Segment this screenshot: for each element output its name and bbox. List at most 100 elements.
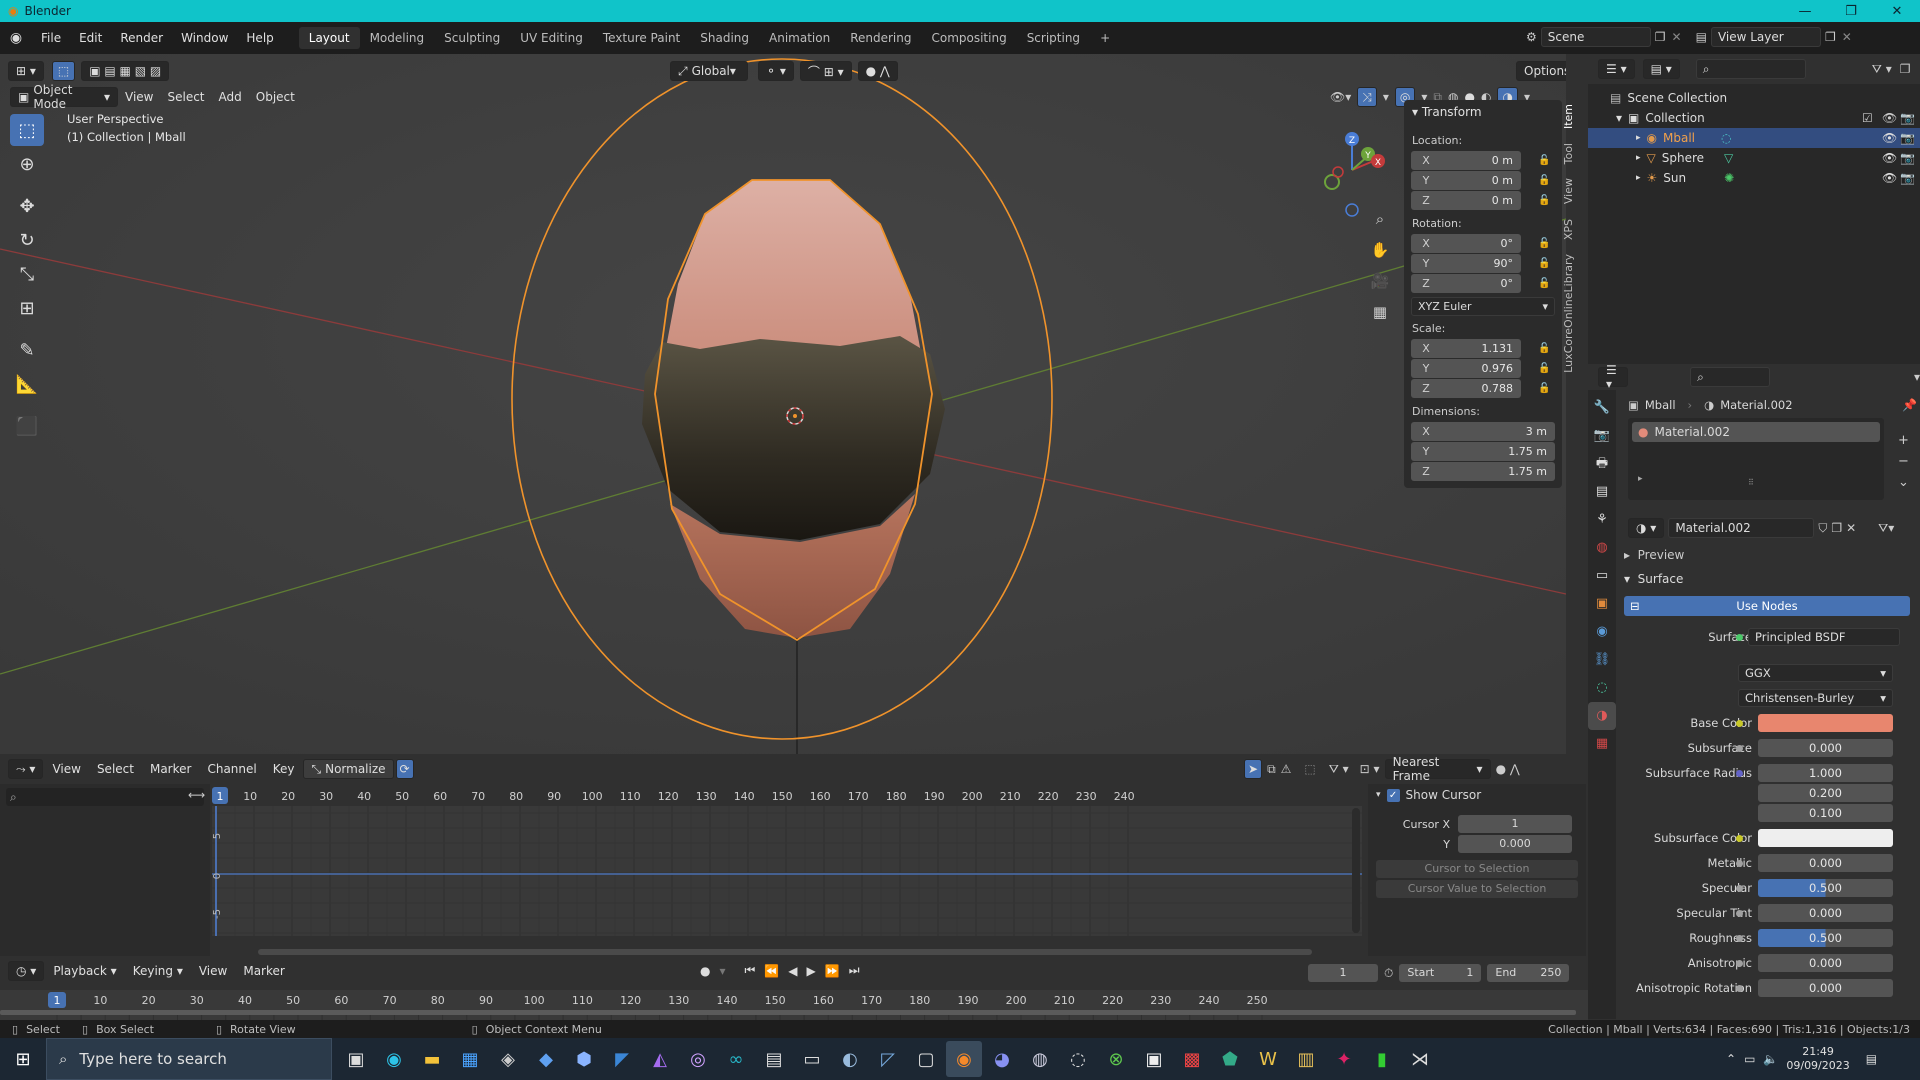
lock-icon[interactable]: 🔓 <box>1538 195 1550 206</box>
view-layer-icon[interactable]: ▤ <box>1696 30 1707 44</box>
edge-icon[interactable]: ◉ <box>376 1041 412 1077</box>
tab-rendering[interactable]: Rendering <box>840 27 921 49</box>
tab-view[interactable]: View <box>1562 178 1575 204</box>
pin-icon[interactable]: 📌 <box>1902 398 1917 412</box>
filter-icon[interactable]: ⛛ ▾ <box>1329 762 1349 777</box>
mode-dropdown[interactable]: ▣ Object Mode ▾ <box>10 83 118 111</box>
tab-compositing[interactable]: Compositing <box>921 27 1016 49</box>
visual-studio-code-icon[interactable]: ⋊ <box>1402 1041 1438 1077</box>
swap-icon[interactable]: ⟷ <box>188 788 205 802</box>
metaball-data-icon[interactable]: ◌ <box>1721 131 1731 145</box>
scale-z-field[interactable]: Z 0.788 <box>1411 379 1521 398</box>
view-layer-selector[interactable]: View Layer <box>1710 27 1821 47</box>
graph-scrollbar-vertical[interactable] <box>1352 808 1360 933</box>
auto-normalize-icon[interactable]: ⟳ <box>395 759 414 779</box>
location-y-field[interactable]: Y 0 m <box>1411 171 1521 190</box>
zoom-icon[interactable]: ⌕ <box>1366 204 1394 235</box>
base-color-swatch[interactable] <box>1758 714 1893 732</box>
play-icon[interactable]: ▶ <box>807 964 816 978</box>
normalize-toggle[interactable]: ⤡ Normalize <box>303 759 394 779</box>
tab-shading[interactable]: Shading <box>690 27 759 49</box>
transform-tool-icon[interactable]: ⊞ <box>10 292 44 324</box>
selection-modes[interactable]: ▣ ▤ ▦ ▧ ▨ <box>81 61 170 81</box>
new-scene-icon[interactable]: ❐ <box>1655 30 1666 44</box>
rotation-z-field[interactable]: Z 0° <box>1411 274 1521 293</box>
viewport-menu-add[interactable]: Add <box>212 90 249 104</box>
new-material-icon[interactable]: ❐ <box>1831 521 1842 535</box>
end-frame-field[interactable]: End 250 <box>1487 964 1570 982</box>
graph-menu-select[interactable]: Select <box>90 762 141 776</box>
scale-tool-icon[interactable]: ⤡ <box>10 258 44 290</box>
render-props-icon[interactable]: 📷 <box>1588 422 1616 450</box>
lock-icon[interactable]: 🔓 <box>1538 363 1550 374</box>
preview-panel-header[interactable]: ▸ Preview <box>1624 548 1684 562</box>
mesh-data-icon[interactable]: ▽ <box>1724 151 1733 165</box>
lock-icon[interactable]: 🔓 <box>1538 238 1550 249</box>
dimensions-x-field[interactable]: X 3 m <box>1411 422 1555 441</box>
lock-icon[interactable]: 🔓 <box>1538 258 1550 269</box>
remove-slot-icon[interactable]: − <box>1898 451 1909 472</box>
transform-header[interactable]: ▾ Transform <box>1404 100 1562 124</box>
panel-collapse-icon[interactable]: ▾ <box>1376 790 1381 800</box>
github-desktop-icon[interactable]: ◎ <box>680 1041 716 1077</box>
3d-viewport[interactable]: ⊞ ▾ ⬚ ▣ ▤ ▦ ▧ ▨ ⤢ Global ▾ ⚬ ▾ ⌒ ⊞ ▾ ● ⋀… <box>0 54 1566 754</box>
dimensions-y-field[interactable]: Y 1.75 m <box>1411 442 1555 461</box>
blender-menu-icon[interactable]: ◉ <box>0 30 32 46</box>
current-frame-field[interactable]: 1 <box>1308 964 1378 982</box>
close-icon[interactable]: ✕ <box>1874 0 1920 22</box>
outliner-search-input[interactable]: ⌕ <box>1695 59 1806 79</box>
output-props-icon[interactable]: 🖶 <box>1588 450 1616 478</box>
slot-specials-icon[interactable]: ⌄ <box>1898 472 1909 493</box>
cursor-tool-icon[interactable]: ⊕ <box>10 148 44 180</box>
lock-icon[interactable]: 🔓 <box>1538 383 1550 394</box>
unlink-material-icon[interactable]: ✕ <box>1846 521 1856 535</box>
scene-props-icon[interactable]: ⚘ <box>1588 506 1616 534</box>
gizmo-neg-x-icon[interactable] <box>1332 166 1344 178</box>
cursor-y-field[interactable]: 0.000 <box>1458 835 1572 853</box>
dimensions-z-field[interactable]: Z 1.75 m <box>1411 462 1555 481</box>
app-icon[interactable]: ✦ <box>1326 1041 1362 1077</box>
scene-icon[interactable]: ⚙ <box>1526 30 1537 44</box>
view-layer-props-icon[interactable]: ▤ <box>1588 478 1616 506</box>
prev-keyframe-icon[interactable]: ⏪ <box>764 964 779 978</box>
tab-item[interactable]: Item <box>1562 104 1575 129</box>
pivot-point-dropdown[interactable]: ⚬ ▾ <box>758 61 794 81</box>
sun-data-icon[interactable]: ✺ <box>1724 171 1734 185</box>
menu-help[interactable]: Help <box>237 27 282 49</box>
timeline-menu-keying[interactable]: Keying ▾ <box>126 964 190 978</box>
surface-shader-dropdown[interactable]: Principled BSDF <box>1748 628 1900 646</box>
tab-scripting[interactable]: Scripting <box>1017 27 1090 49</box>
material-name-field[interactable]: Material.002 <box>1668 518 1815 538</box>
menu-window[interactable]: Window <box>172 27 237 49</box>
metallic-field[interactable]: 0.000 <box>1758 854 1893 872</box>
app-icon[interactable]: ◆ <box>528 1041 564 1077</box>
restore-icon[interactable]: ❐ <box>1828 0 1874 22</box>
frame-ruler[interactable]: 10 20 30 40 50 60 70 80 90 100 110 120 130 140 150 160 1… <box>212 786 1362 806</box>
annotate-tool-icon[interactable]: ✎ <box>10 334 44 366</box>
specular-slider[interactable]: 0.500 <box>1758 879 1893 897</box>
tab-sculpting[interactable]: Sculpting <box>434 27 510 49</box>
menu-file[interactable]: File <box>32 27 70 49</box>
pan-hand-icon[interactable]: ✋ <box>1366 235 1394 266</box>
location-x-field[interactable]: X 0 m <box>1411 151 1521 170</box>
gizmo-neg-z-icon[interactable] <box>1345 203 1359 217</box>
camera-icon[interactable]: 📷 <box>1900 111 1915 125</box>
tool-props-icon[interactable]: 🔧 <box>1588 394 1616 422</box>
lock-icon[interactable]: 🔓 <box>1538 343 1550 354</box>
tray-chevron-icon[interactable]: ⌃ <box>1726 1052 1736 1066</box>
graph-menu-key[interactable]: Key <box>266 762 302 776</box>
camera-icon[interactable]: 📷 <box>1900 151 1915 165</box>
outliner-item-mball[interactable]: ▸ ◉ Mball ◌ 👁 📷 <box>1588 128 1920 148</box>
pivot-point-icon[interactable]: ⊡ ▾ <box>1360 762 1380 776</box>
steam-icon[interactable]: ◍ <box>1022 1041 1058 1077</box>
add-cube-tool-icon[interactable]: ⬛ <box>10 410 44 442</box>
cursor-value-to-selection-button[interactable]: Cursor Value to Selection <box>1376 880 1578 898</box>
editor-type-button[interactable]: ⊞ ▾ <box>8 61 44 81</box>
show-cursor-checkbox[interactable]: ✓ <box>1386 788 1400 802</box>
world-props-icon[interactable]: ◍ <box>1588 534 1616 562</box>
expand-icon[interactable]: ▾ <box>1616 111 1622 125</box>
new-collection-icon[interactable]: ❐ <box>1900 62 1911 76</box>
eye-icon[interactable]: 👁 <box>1882 171 1897 185</box>
graph-menu-channel[interactable]: Channel <box>200 762 263 776</box>
subsurface-radius-y-field[interactable]: 0.200 <box>1758 784 1893 802</box>
